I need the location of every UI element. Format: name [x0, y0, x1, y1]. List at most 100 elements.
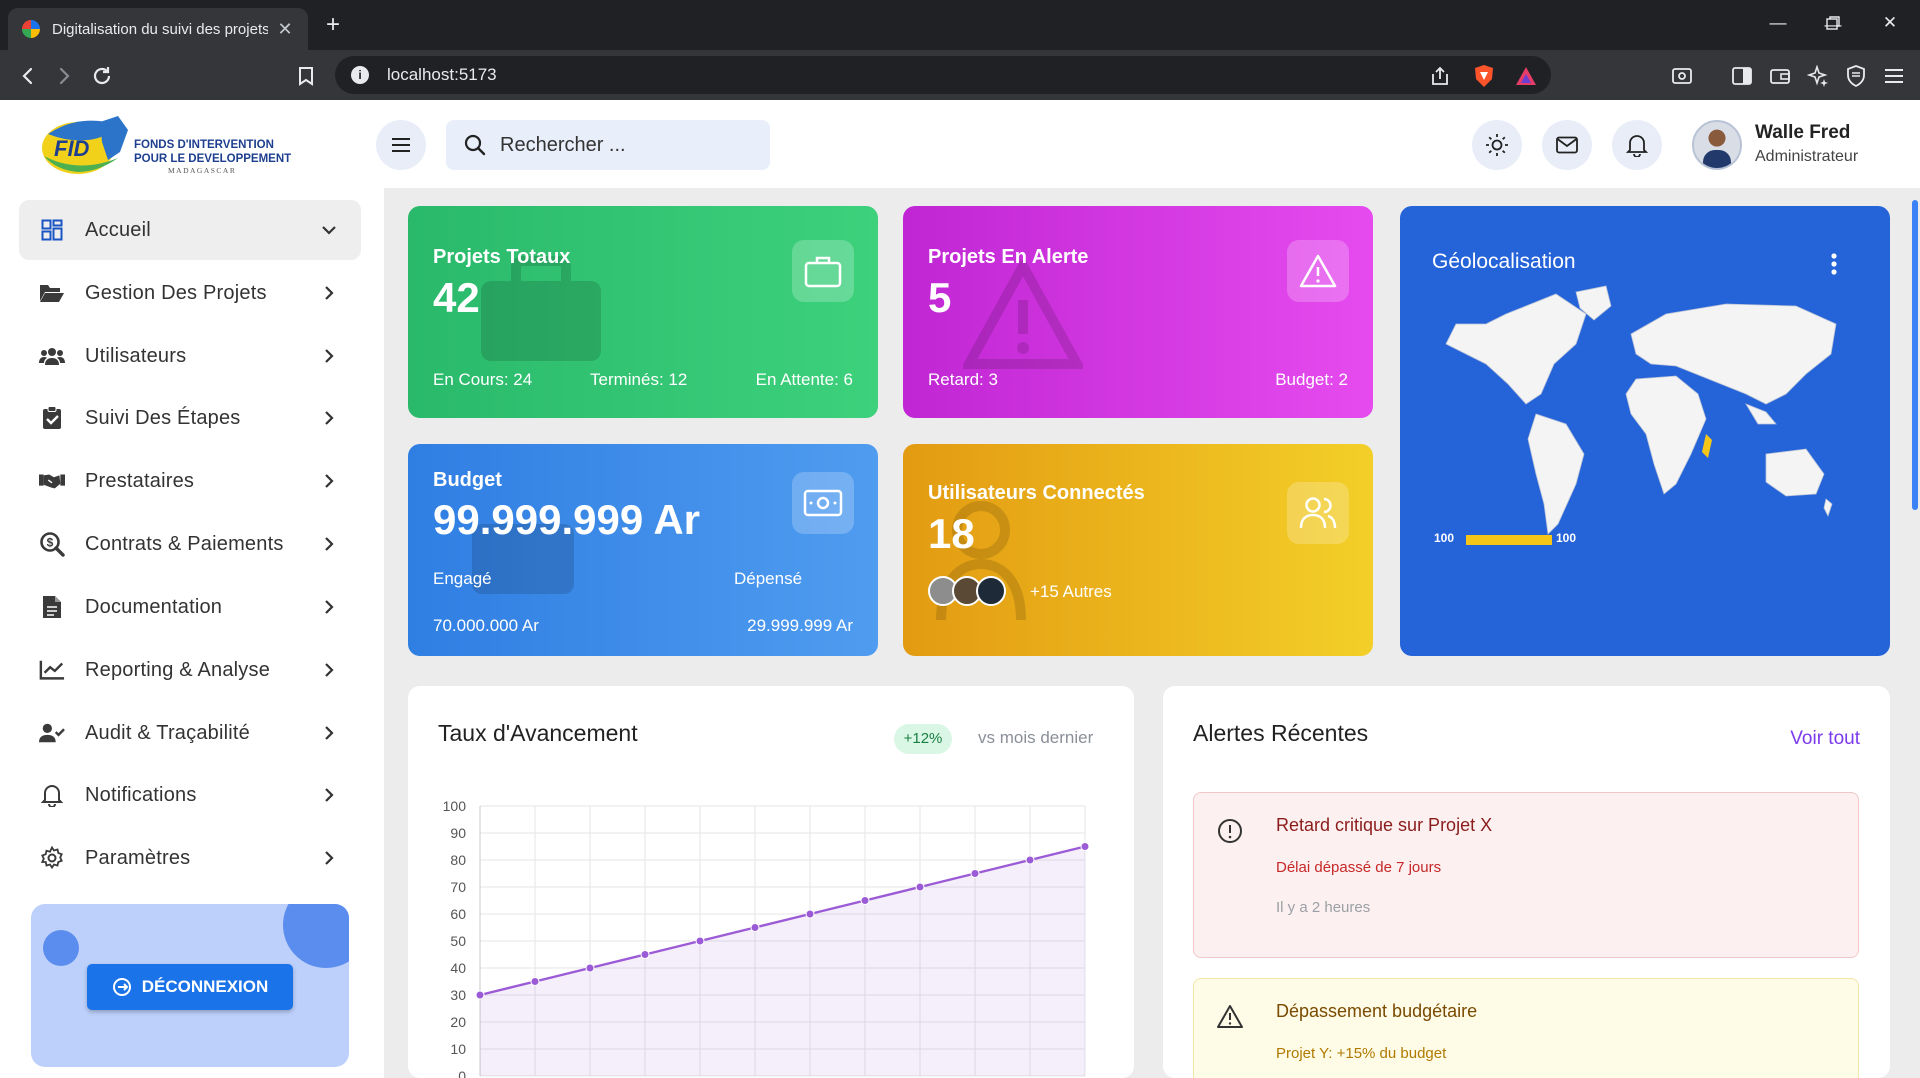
search-placeholder: Rechercher ...	[500, 133, 626, 156]
sidebar-item-documentation[interactable]: Documentation	[19, 577, 361, 637]
browser-menu-icon[interactable]	[1880, 62, 1908, 90]
sidebar-item-notifications[interactable]: Notifications	[19, 765, 361, 825]
card-stat-en-cours: En Cours: 24	[433, 370, 533, 389]
screenshot-icon[interactable]	[1668, 62, 1696, 90]
browser-tab[interactable]: Digitalisation du suivi des projets ✕	[8, 8, 308, 50]
sun-icon	[1486, 134, 1508, 156]
more-vertical-icon[interactable]	[1830, 252, 1838, 276]
avatar[interactable]	[1692, 120, 1742, 170]
bookmark-icon[interactable]	[292, 62, 320, 90]
card-projets-alerte[interactable]: Projets En Alerte 5 Retard: 3 Budget: 2	[903, 206, 1373, 418]
share-icon[interactable]	[1426, 62, 1454, 90]
tab-close-icon[interactable]: ✕	[276, 19, 294, 40]
sidebar-toggle-icon[interactable]	[1728, 62, 1756, 90]
card-title: Projets En Alerte	[928, 246, 1089, 268]
sidebar-item-audit[interactable]: Audit & Traçabilité	[19, 703, 361, 763]
back-icon[interactable]	[14, 62, 42, 90]
sidebar-item-reporting[interactable]: Reporting & Analyse	[19, 640, 361, 700]
card-value: 99.999.999 Ar	[433, 496, 700, 543]
browser-tab-bar: Digitalisation du suivi des projets ✕ + …	[0, 0, 1920, 50]
card-budget[interactable]: Budget 99.999.999 Ar Engagé 70.000.000 A…	[408, 444, 878, 656]
forward-icon[interactable]	[50, 62, 78, 90]
sidebar-item-gestion-projets[interactable]: Gestion Des Projets	[19, 263, 361, 323]
logo-line3: MADAGASCAR	[168, 166, 236, 175]
sidebar-item-label: Suivi Des Étapes	[85, 406, 241, 429]
chevron-right-icon	[315, 342, 343, 370]
card-value: 42	[433, 274, 480, 321]
chevron-right-icon	[315, 656, 343, 684]
africa	[1625, 375, 1707, 495]
brave-rewards-icon[interactable]	[1512, 62, 1540, 90]
address-bar[interactable]: i localhost:5173	[335, 56, 1551, 94]
world-map[interactable]	[1436, 284, 1856, 544]
card-projets-totaux[interactable]: Projets Totaux 42 En Cours: 24 Terminés:…	[408, 206, 878, 418]
notifications-button[interactable]	[1612, 120, 1662, 170]
briefcase-watermark-icon	[481, 256, 601, 361]
chevron-right-icon	[315, 530, 343, 558]
restore-icon[interactable]	[1820, 10, 1846, 36]
data-point	[530, 977, 540, 986]
logo-mark: FID	[54, 136, 90, 161]
svg-text:$: $	[47, 536, 54, 550]
search-input[interactable]: Rechercher ...	[446, 120, 770, 170]
sidebar-item-parametres[interactable]: Paramètres	[19, 828, 361, 888]
card-value: 18	[928, 510, 975, 557]
leo-ai-icon[interactable]	[1804, 62, 1832, 90]
alert-item[interactable]: Retard critique sur Projet X Délai dépas…	[1193, 792, 1859, 958]
reload-icon[interactable]	[88, 62, 116, 90]
southeast-asia	[1745, 403, 1777, 425]
file-text-icon	[39, 594, 65, 620]
sidebar-item-label: Contrats & Paiements	[85, 532, 284, 555]
minimize-icon[interactable]: —	[1765, 10, 1791, 36]
theme-toggle-button[interactable]	[1472, 120, 1522, 170]
browser-toolbar: i localhost:5173	[0, 50, 1920, 100]
chevron-right-icon	[315, 844, 343, 872]
chevron-right-icon	[315, 719, 343, 747]
logout-icon	[112, 978, 131, 996]
card-utilisateurs-connectes[interactable]: Utilisateurs Connectés 18 +15 Autres	[903, 444, 1373, 656]
new-tab-icon[interactable]: +	[320, 12, 346, 38]
alert-title: Dépassement budgétaire	[1276, 1001, 1478, 1021]
sidebar-item-prestataires[interactable]: Prestataires	[19, 451, 361, 511]
page-scrollbar[interactable]	[1912, 200, 1918, 510]
progress-line-chart[interactable]: 0 10 20 30 40 50 60 70 80 90 100	[408, 786, 1134, 1078]
decor-circle	[283, 904, 349, 968]
logo-line1: FONDS D'INTERVENTION	[134, 139, 274, 151]
warning-icon	[1287, 240, 1349, 302]
clipboard-check-icon	[39, 405, 65, 431]
sidebar-item-accueil[interactable]: Accueil	[19, 200, 361, 260]
wallet-icon[interactable]	[1766, 62, 1794, 90]
card-stat-termines: Terminés: 12	[590, 370, 688, 389]
see-all-link[interactable]: Voir tout	[1790, 728, 1860, 750]
alert-item[interactable]: Dépassement budgétaire Projet Y: +15% du…	[1193, 978, 1859, 1078]
data-point	[805, 909, 815, 919]
card-engage-value: 70.000.000 Ar	[433, 616, 539, 635]
close-window-icon[interactable]: ✕	[1877, 10, 1903, 36]
y-tick-label: 0	[458, 1068, 466, 1078]
card-title: Budget	[433, 469, 502, 491]
menu-toggle-button[interactable]	[376, 120, 426, 170]
sidebar: FID FONDS D'INTERVENTION POUR LE DEVELOP…	[0, 100, 384, 1078]
legend-max: 100	[1556, 531, 1577, 545]
data-point	[1025, 855, 1035, 865]
fid-logo[interactable]: FID FONDS D'INTERVENTION POUR LE DEVELOP…	[38, 112, 318, 178]
data-point	[860, 896, 870, 905]
new-zealand	[1823, 498, 1833, 518]
warning-icon	[1217, 1005, 1243, 1028]
recent-alerts-panel: Alertes Récentes Voir tout Retard critiq…	[1163, 686, 1890, 1078]
y-tick-label: 10	[450, 1041, 466, 1057]
sidebar-item-suivi-etapes[interactable]: Suivi Des Étapes	[19, 388, 361, 448]
brave-shield-icon[interactable]	[1470, 62, 1498, 90]
vpn-shield-icon[interactable]	[1842, 62, 1870, 90]
sidebar-item-contrats-paiements[interactable]: $ Contrats & Paiements	[19, 514, 361, 574]
south-america	[1527, 413, 1585, 535]
sidebar-item-utilisateurs[interactable]: Utilisateurs	[19, 326, 361, 386]
messages-button[interactable]	[1542, 120, 1592, 170]
users-others-count: +15 Autres	[1030, 582, 1112, 601]
y-tick-label: 60	[450, 906, 466, 922]
logout-button[interactable]: DÉCONNEXION	[87, 964, 293, 1010]
site-info-icon[interactable]: i	[351, 66, 369, 84]
chevron-right-icon	[315, 593, 343, 621]
alert-description: Projet Y: +15% du budget	[1276, 1045, 1447, 1062]
progress-chart-panel: Taux d'Avancement +12% vs mois dernier 0…	[408, 686, 1134, 1078]
